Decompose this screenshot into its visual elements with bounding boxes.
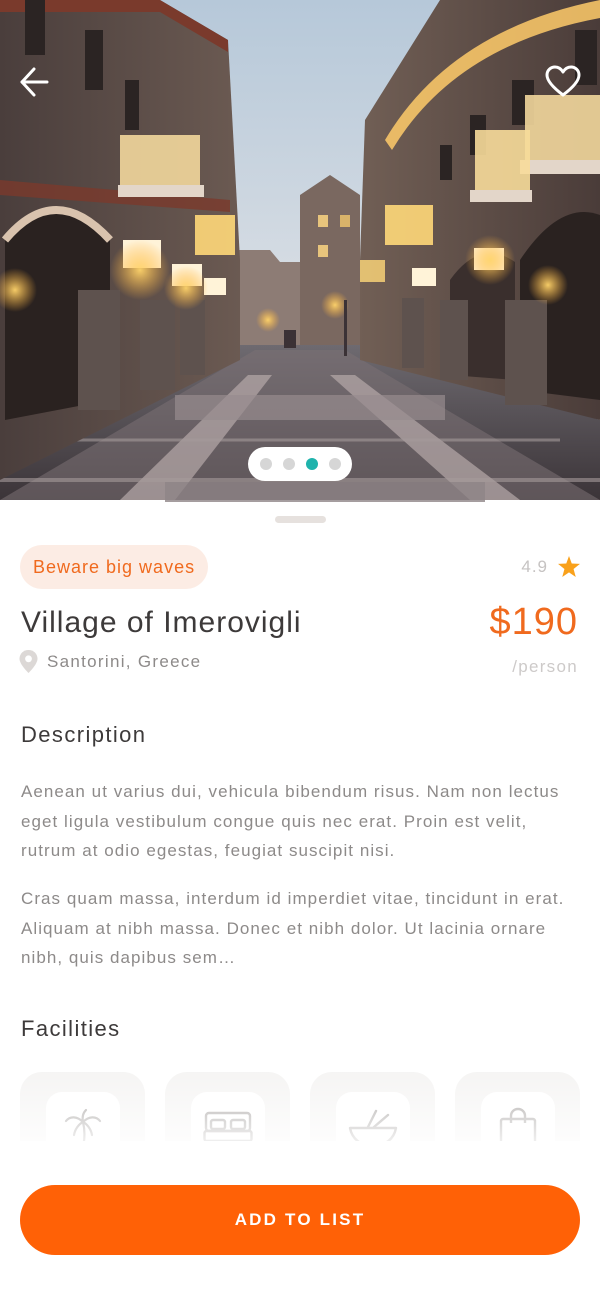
price: $190 bbox=[489, 601, 578, 643]
description-heading: Description bbox=[21, 722, 147, 747]
warning-tag: Beware big waves bbox=[20, 545, 209, 589]
description-paragraph: Cras quam massa, interdum id imperdiet v… bbox=[21, 889, 565, 967]
add-to-list-button[interactable]: ADD TO LIST bbox=[20, 1185, 580, 1255]
hero-image bbox=[0, 0, 600, 560]
description-paragraph: Aenean ut varius dui, vehicula bibendum … bbox=[21, 782, 560, 860]
rating: 4.9 bbox=[521, 556, 580, 577]
place-title: Village of Imerovigli bbox=[21, 606, 302, 639]
heart-icon bbox=[545, 65, 581, 97]
location-text: Santorini, Greece bbox=[47, 651, 202, 671]
price-unit: /person bbox=[512, 657, 578, 676]
facilities-heading: Facilities bbox=[21, 1016, 121, 1041]
place-detail-screen: Beware big waves 4.9 Village of Imerovig… bbox=[0, 0, 600, 1299]
favorite-button[interactable] bbox=[541, 60, 585, 104]
location-pin-icon bbox=[19, 650, 38, 673]
rating-value: 4.9 bbox=[521, 556, 548, 576]
carousel-indicator bbox=[248, 447, 352, 481]
back-button[interactable] bbox=[12, 60, 56, 104]
sheet-grabber[interactable] bbox=[275, 516, 326, 523]
footer-bar: ADD TO LIST bbox=[0, 1141, 600, 1299]
carousel-dot-active[interactable] bbox=[305, 458, 318, 470]
carousel-dot[interactable] bbox=[259, 458, 272, 470]
location: Santorini, Greece bbox=[19, 650, 201, 673]
carousel-dot[interactable] bbox=[328, 458, 341, 470]
carousel-dot[interactable] bbox=[282, 458, 295, 470]
facilities-list bbox=[20, 1072, 580, 1182]
arrow-left-icon bbox=[20, 67, 49, 97]
star-icon bbox=[558, 556, 580, 577]
